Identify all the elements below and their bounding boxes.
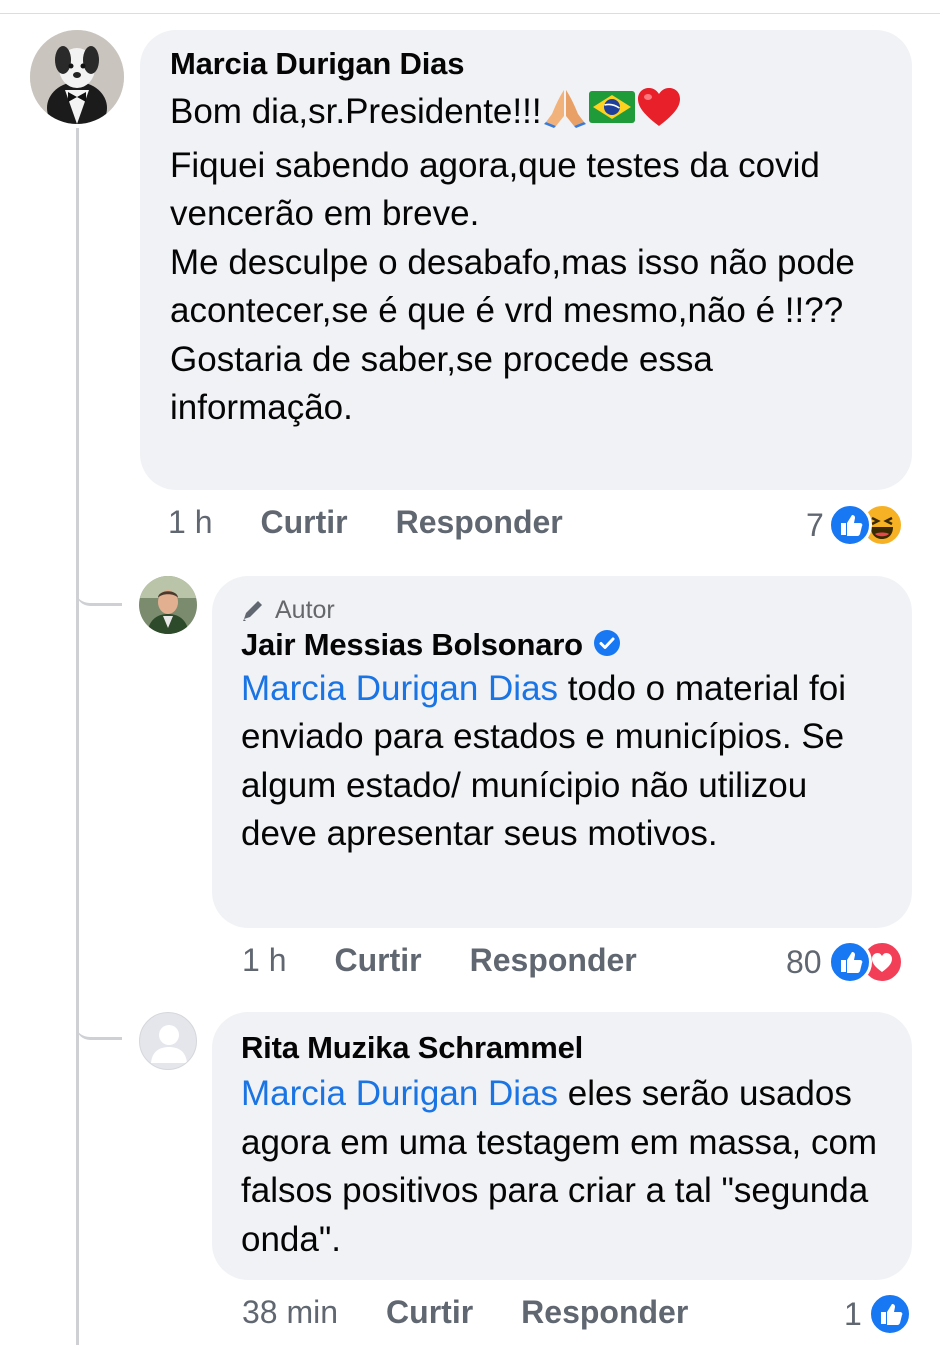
avatar-rita[interactable] — [139, 1012, 197, 1070]
thread-line — [76, 128, 79, 1345]
red-heart-icon — [636, 86, 682, 142]
reply-button[interactable]: Responder — [521, 1294, 688, 1331]
like-icon — [827, 940, 872, 984]
like-icon — [867, 1292, 912, 1336]
reply-bubble-rita: Rita Muzika Schrammel Marcia Durigan Dia… — [212, 1012, 912, 1280]
top-divider — [0, 13, 940, 14]
author-badge-label: Autor — [275, 596, 335, 624]
like-button[interactable]: Curtir — [386, 1294, 473, 1331]
reply2-time[interactable]: 38 min — [242, 1294, 338, 1331]
avatar-bolsonaro[interactable] — [139, 576, 197, 634]
reply-button[interactable]: Responder — [470, 942, 637, 979]
pencil-icon — [243, 600, 262, 621]
mention-link[interactable]: Marcia Durigan Dias — [241, 669, 558, 708]
comment-text-line1: Bom dia,sr.Presidente!!! — [170, 92, 542, 131]
thread-branch-2 — [76, 1014, 122, 1040]
reply2-text: Marcia Durigan Dias eles serão usados ag… — [241, 1070, 884, 1264]
comment-author[interactable]: Marcia Durigan Dias — [170, 46, 884, 82]
reply1-time[interactable]: 1 h — [242, 942, 286, 979]
comment-actions: 1 h Curtir Responder — [168, 504, 563, 541]
reply1-text: Marcia Durigan Dias todo o material foi … — [241, 665, 884, 859]
reply-bubble-bolsonaro: Autor Jair Messias Bolsonaro Marcia Duri… — [212, 576, 912, 928]
mention-link[interactable]: Marcia Durigan Dias — [241, 1074, 558, 1113]
reply2-actions: 38 min Curtir Responder — [242, 1294, 688, 1331]
like-button[interactable]: Curtir — [334, 942, 421, 979]
comment-reactions[interactable]: 7 — [806, 503, 904, 547]
comment-text-body: Fiquei sabendo agora,que testes da covid… — [170, 145, 855, 428]
comment-text: Bom dia,sr.Presidente!!! Fiquei sabendo … — [170, 86, 884, 433]
reply1-author[interactable]: Jair Messias Bolsonaro — [241, 627, 583, 662]
author-badge: Autor — [241, 596, 884, 625]
reply1-author-row: Jair Messias Bolsonaro — [241, 627, 884, 665]
reply1-actions: 1 h Curtir Responder — [242, 942, 637, 979]
praying-hands-icon — [542, 86, 588, 142]
avatar-marcia[interactable] — [30, 30, 124, 124]
comment-time[interactable]: 1 h — [168, 504, 212, 541]
like-button[interactable]: Curtir — [260, 504, 347, 541]
reaction-count: 7 — [806, 506, 824, 543]
reply1-reactions[interactable]: 80 — [786, 940, 904, 984]
reply2-author[interactable]: Rita Muzika Schrammel — [241, 1030, 884, 1066]
like-icon — [827, 503, 872, 547]
comment-bubble-marcia: Marcia Durigan Dias Bom dia,sr.President… — [140, 30, 912, 490]
reply-button[interactable]: Responder — [396, 504, 563, 541]
reaction-count: 1 — [844, 1295, 862, 1332]
reply2-reactions[interactable]: 1 — [844, 1292, 912, 1336]
brazil-flag-icon — [588, 89, 636, 139]
verified-badge-icon — [593, 629, 621, 665]
reaction-count: 80 — [786, 943, 822, 980]
thread-branch-1 — [76, 580, 122, 606]
